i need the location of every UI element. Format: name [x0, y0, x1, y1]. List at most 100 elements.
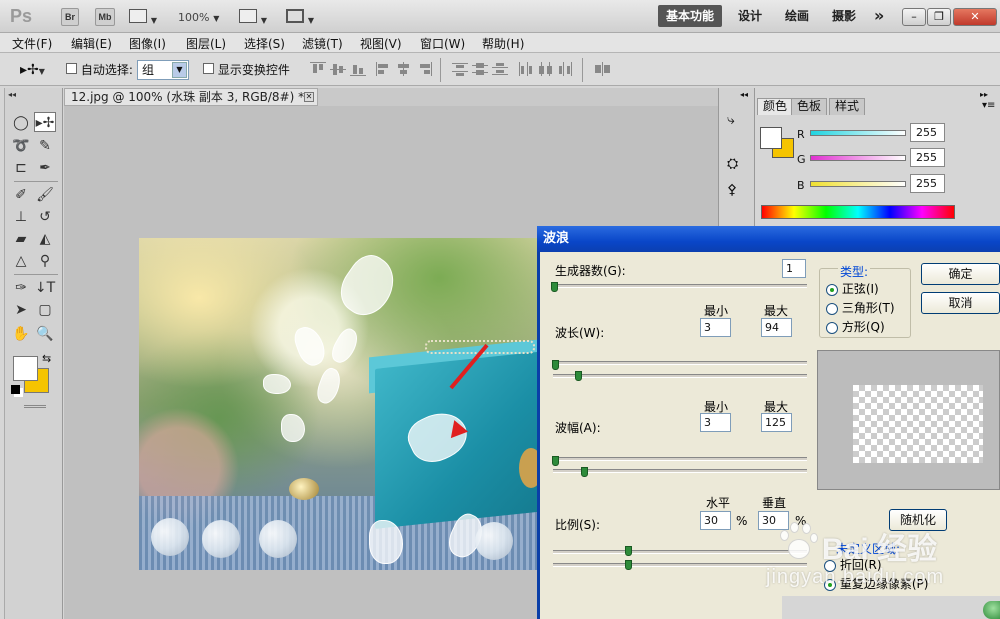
wavelength-max-thumb[interactable] — [575, 371, 582, 381]
align-top-icon[interactable] — [310, 62, 326, 76]
image-canvas[interactable] — [139, 238, 539, 570]
mini-bridge-button[interactable]: Mb — [95, 8, 115, 26]
history-brush-tool[interactable]: ↺ — [34, 207, 56, 227]
menu-help[interactable]: 帮助(H) — [482, 35, 524, 52]
foreground-color-swatch-front[interactable] — [13, 356, 38, 381]
menu-window[interactable]: 窗口(W) — [420, 35, 465, 52]
zoom-tool[interactable]: 🔍 — [34, 324, 56, 344]
type-sine-option[interactable]: 正弦(I) — [826, 280, 879, 297]
show-transform-checkbox[interactable] — [203, 63, 214, 74]
channel-g-input[interactable]: 255 — [910, 148, 945, 167]
quick-mask-icon[interactable] — [24, 405, 46, 408]
brush-tool[interactable]: 🖌 — [34, 185, 56, 205]
type-triangle-radio[interactable] — [826, 302, 838, 315]
more-workspaces-button[interactable]: » — [874, 5, 884, 27]
auto-select-target-select[interactable]: 组 ▼ — [137, 60, 189, 80]
type-square-option[interactable]: 方形(Q) — [826, 318, 885, 335]
cancel-button[interactable]: 取消 — [921, 292, 1000, 314]
generators-slider-thumb[interactable] — [551, 282, 558, 292]
wavelength-max-input[interactable]: 94 — [761, 318, 792, 337]
distribute-right-icon[interactable] — [558, 62, 574, 76]
tab-swatches[interactable]: 色板 — [791, 98, 828, 115]
scale-horizontal-slider[interactable] — [553, 550, 807, 554]
wavelength-max-slider[interactable] — [553, 374, 807, 378]
lasso-tool[interactable]: ➰ — [10, 136, 32, 156]
distribute-vertical-center-icon[interactable] — [472, 62, 488, 76]
document-tab[interactable]: 12.jpg @ 100% (水珠 副本 3, RGB/8#) * ✕ — [64, 88, 318, 106]
align-bottom-icon[interactable] — [350, 62, 366, 76]
wavelength-min-input[interactable]: 3 — [700, 318, 731, 337]
align-vertical-center-icon[interactable] — [330, 62, 346, 76]
channel-r-slider[interactable] — [810, 130, 906, 136]
distribute-left-icon[interactable] — [518, 62, 534, 76]
workspace-design[interactable]: 设计 — [738, 5, 762, 27]
channel-r-input[interactable]: 255 — [910, 123, 945, 142]
generators-input[interactable]: 1 — [782, 259, 806, 278]
auto-select-checkbox[interactable] — [66, 63, 77, 74]
clone-stamp-tool[interactable]: ⊥ — [10, 207, 32, 227]
close-icon[interactable]: ✕ — [304, 92, 314, 102]
view-extras-dropdown[interactable]: ▼ — [129, 9, 161, 25]
move-tool-preset-picker[interactable]: ▸✢▼ — [20, 62, 45, 78]
align-right-icon[interactable] — [416, 62, 432, 76]
collapse-panels-icon[interactable]: ▸▸ — [980, 90, 988, 99]
crop-tool[interactable]: ⊏ — [10, 158, 32, 178]
tab-color[interactable]: 颜色 — [757, 98, 794, 115]
hand-tool[interactable]: ✋ — [10, 324, 32, 344]
eraser-tool[interactable]: ▰ — [10, 229, 32, 249]
menu-filter[interactable]: 滤镜(T) — [302, 35, 343, 52]
pen-tool[interactable]: ✑ — [10, 278, 32, 298]
blur-tool[interactable]: △ — [10, 251, 32, 271]
distribute-bottom-icon[interactable] — [492, 62, 508, 76]
type-square-radio[interactable] — [826, 321, 838, 334]
amplitude-max-thumb[interactable] — [581, 467, 588, 477]
dodge-tool[interactable]: ⚲ — [34, 251, 56, 271]
paint-bucket-tool[interactable]: ◭ — [34, 229, 56, 249]
channel-b-input[interactable]: 255 — [910, 174, 945, 193]
ok-button[interactable]: 确定 — [921, 263, 1000, 285]
distribute-top-icon[interactable] — [452, 62, 468, 76]
align-horizontal-center-icon[interactable] — [396, 62, 412, 76]
expand-panels-icon[interactable]: ◂◂ — [740, 90, 748, 99]
close-window-button[interactable]: ✕ — [953, 8, 997, 26]
scale-horizontal-thumb[interactable] — [625, 546, 632, 556]
wavelength-min-slider[interactable] — [553, 361, 807, 365]
distribute-horizontal-center-icon[interactable] — [538, 62, 554, 76]
clone-source-icon[interactable]: ⚴ — [727, 182, 737, 198]
amplitude-max-input[interactable]: 125 — [761, 413, 792, 432]
align-left-icon[interactable] — [376, 62, 392, 76]
amplitude-min-input[interactable]: 3 — [700, 413, 731, 432]
arrange-documents-dropdown[interactable]: ▼ — [239, 9, 271, 25]
restore-button[interactable]: ❐ — [927, 8, 951, 26]
menu-select[interactable]: 选择(S) — [244, 35, 285, 52]
history-panel-icon[interactable]: ⤷ — [727, 112, 735, 128]
show-transform-option[interactable]: 显示变换控件 — [203, 61, 290, 78]
collapse-tools-icon[interactable]: ◂◂ — [8, 90, 16, 99]
channel-g-slider[interactable] — [810, 155, 906, 161]
panel-menu-icon[interactable]: ▾≡ — [982, 100, 995, 111]
move-tool[interactable]: ▸✢ — [34, 112, 56, 132]
generators-slider[interactable] — [553, 284, 807, 288]
minimize-button[interactable]: – — [902, 8, 926, 26]
type-triangle-option[interactable]: 三角形(T) — [826, 299, 895, 316]
auto-align-layers-icon[interactable] — [595, 62, 611, 76]
scale-horizontal-input[interactable]: 30 — [700, 511, 731, 530]
scale-vertical-thumb[interactable] — [625, 560, 632, 570]
workspace-painting[interactable]: 绘画 — [785, 5, 809, 27]
channel-b-slider[interactable] — [810, 181, 906, 187]
shape-tool[interactable]: ▢ — [34, 300, 56, 320]
menu-edit[interactable]: 编辑(E) — [71, 35, 112, 52]
tab-styles[interactable]: 样式 — [829, 98, 866, 115]
swap-colors-icon[interactable]: ⇆ — [42, 352, 51, 365]
eyedropper-tool[interactable]: ✒ — [34, 158, 56, 178]
menu-view[interactable]: 视图(V) — [360, 35, 402, 52]
path-selection-tool[interactable]: ➤ — [10, 300, 32, 320]
default-colors-icon[interactable] — [11, 385, 20, 394]
marquee-tool[interactable]: ◯ — [10, 113, 32, 133]
type-sine-radio[interactable] — [826, 283, 838, 296]
screen-mode-dropdown[interactable]: ▼ — [286, 9, 318, 25]
auto-select-option[interactable]: 自动选择: — [66, 61, 133, 78]
type-tool[interactable]: ↓T — [34, 278, 56, 298]
bridge-button[interactable]: Br — [61, 8, 79, 26]
healing-brush-tool[interactable]: ✐ — [10, 185, 32, 205]
